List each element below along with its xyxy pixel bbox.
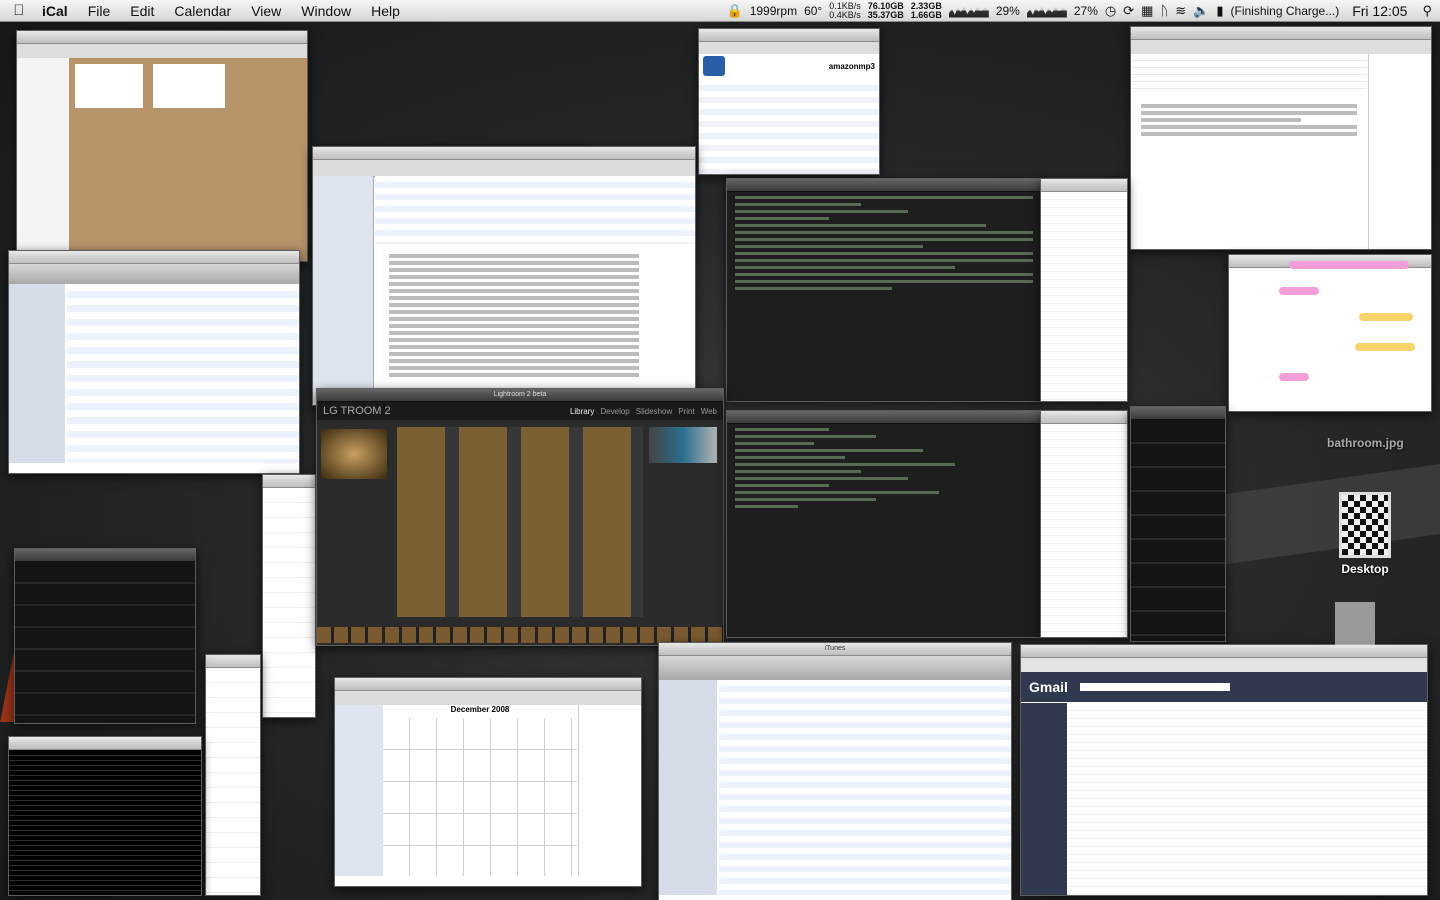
apple-menu-icon[interactable]: : [0, 2, 38, 19]
amazon-mp3-title: amazonmp3: [828, 61, 875, 71]
menu-bar:  iCal File Edit Calendar View Window He…: [0, 0, 1440, 22]
disk-monitor[interactable]: 76.10GB 35.37GB: [868, 1, 904, 20]
menu-extras: 🔒 1999rpm 60° 0.1KB/s 0.4KB/s 76.10GB 35…: [727, 1, 1440, 20]
source-list: [659, 680, 717, 895]
lightroom-window[interactable]: Lightroom 2 beta LG TROOM 2 Library Deve…: [316, 388, 724, 646]
message-list: [375, 176, 695, 244]
mailbox-list: [313, 176, 374, 405]
menu-calendar[interactable]: Calendar: [164, 3, 241, 19]
menu-view[interactable]: View: [241, 3, 291, 19]
ical-window[interactable]: December 2008: [334, 677, 642, 887]
file-browser-window-2[interactable]: [1040, 410, 1128, 638]
buddy-list-window[interactable]: [262, 474, 316, 718]
ichat-window[interactable]: [1228, 254, 1432, 412]
month-grid[interactable]: [383, 718, 577, 876]
desktop-file-label[interactable]: bathroom.jpg: [1327, 436, 1404, 450]
itunes-mini-window[interactable]: [8, 250, 300, 474]
month-title: December 2008: [450, 705, 510, 714]
navigator-preview: [321, 429, 387, 479]
terminal-window[interactable]: [8, 736, 202, 896]
cpu-usage-b[interactable]: 27%: [1074, 4, 1098, 18]
itunes-window[interactable]: iTunes: [658, 642, 1012, 900]
twitter-client-window[interactable]: [14, 548, 196, 724]
note-card[interactable]: [153, 64, 225, 108]
document-window[interactable]: [1130, 26, 1432, 250]
temperature[interactable]: 60°: [804, 4, 822, 18]
filmstrip[interactable]: [317, 627, 723, 643]
gmail-sidebar: [1021, 703, 1067, 895]
time-machine-icon[interactable]: ◷: [1105, 3, 1116, 19]
menu-edit[interactable]: Edit: [120, 3, 164, 19]
sync-icon[interactable]: ⟳: [1123, 3, 1134, 19]
menu-help[interactable]: Help: [361, 3, 410, 19]
calendar-list: [335, 705, 383, 876]
desktop: amazonmp3 Lightroom 2 beta LG TROOM 2 Li…: [0, 22, 1440, 900]
wifi-icon[interactable]: ≋: [1175, 3, 1186, 19]
code-editor-window-2[interactable]: [726, 410, 1042, 638]
cpu-graph-icon: [1026, 6, 1067, 18]
cpu-graph-icon: [948, 6, 989, 18]
amazon-mp3-logo-icon: [703, 56, 725, 76]
menu-file[interactable]: File: [78, 3, 121, 19]
gmail-logo: Gmail: [1029, 679, 1068, 695]
module-develop[interactable]: Develop: [600, 407, 629, 416]
gmail-window[interactable]: Gmail: [1020, 644, 1428, 896]
app-menu[interactable]: iCal: [38, 3, 78, 19]
cpu-usage-a[interactable]: 29%: [996, 4, 1020, 18]
search-input[interactable]: [1079, 683, 1230, 691]
clock[interactable]: Fri 12:05: [1346, 3, 1407, 19]
twitter-client-window-2[interactable]: [1130, 406, 1226, 642]
network-monitor[interactable]: 0.1KB/s 0.4KB/s: [829, 1, 861, 20]
module-library[interactable]: Library: [570, 407, 594, 416]
note-card[interactable]: [75, 64, 143, 108]
memory-monitor[interactable]: 2.33GB 1.66GB: [911, 1, 942, 20]
file-browser-window[interactable]: [1040, 178, 1128, 402]
todo-list: [578, 705, 641, 876]
qr-icon: [1339, 492, 1391, 558]
buddy-list-window-2[interactable]: [205, 654, 261, 896]
module-print[interactable]: Print: [678, 407, 694, 416]
message-body: [383, 251, 645, 380]
download-list: [699, 79, 879, 174]
lock-icon[interactable]: 🔒: [727, 3, 743, 19]
amazon-mp3-window[interactable]: amazonmp3: [698, 28, 880, 175]
lightroom-logo: LG TROOM 2: [323, 405, 391, 417]
module-web[interactable]: Web: [701, 407, 717, 416]
battery-icon[interactable]: ▮: [1216, 3, 1223, 19]
battery-status[interactable]: (Finishing Charge...): [1231, 4, 1340, 18]
corkboard: [69, 58, 307, 261]
fan-speed[interactable]: 1999rpm: [750, 4, 797, 18]
mail-window[interactable]: [312, 146, 696, 406]
menu-window[interactable]: Window: [291, 3, 361, 19]
code-editor-window[interactable]: [726, 178, 1042, 402]
volume-icon[interactable]: 🔈: [1193, 3, 1209, 19]
spotlight-icon[interactable]: ⚲: [1414, 3, 1432, 19]
module-slideshow[interactable]: Slideshow: [636, 407, 672, 416]
desktop-icon[interactable]: Desktop: [1330, 492, 1400, 576]
desktop-icon-label: Desktop: [1341, 562, 1389, 576]
bluetooth-icon[interactable]: ᚢ: [1160, 3, 1168, 18]
track-list: [719, 680, 1011, 895]
histogram: [649, 427, 717, 463]
rtf-file-icon[interactable]: [1335, 602, 1375, 648]
track-list: [67, 284, 299, 463]
message-list: [1067, 703, 1427, 895]
photo-grid[interactable]: [397, 427, 643, 617]
spaces-icon[interactable]: ▦: [1141, 3, 1153, 19]
corkboard-window[interactable]: [16, 30, 308, 262]
